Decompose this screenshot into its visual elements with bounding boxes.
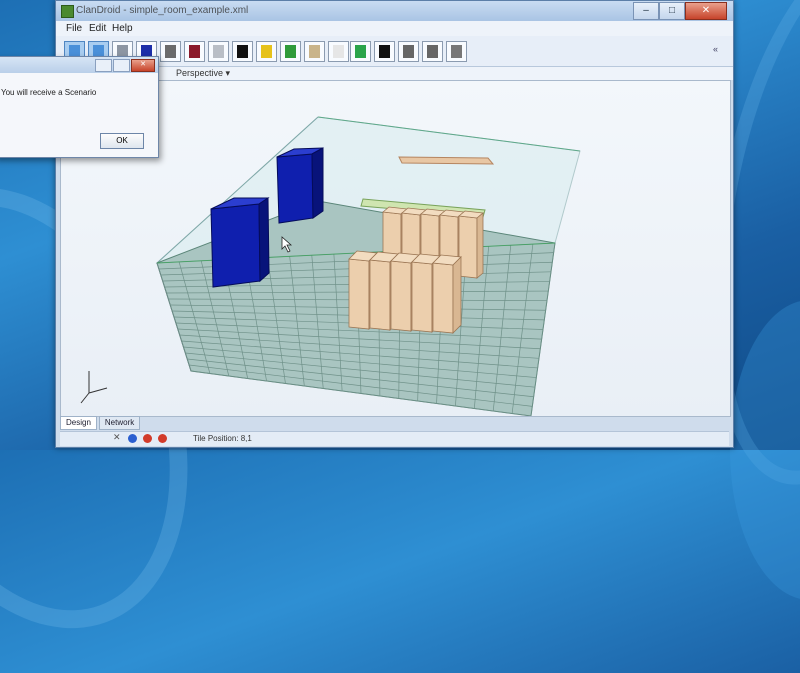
green-tile-icon [355,45,366,58]
info-icon[interactable] [128,434,137,443]
server-rack-tool-button[interactable] [160,41,181,62]
dialog-title-bar[interactable]: ✕ [0,57,158,73]
menu-bar: File Edit Help [56,21,733,36]
rack-box[interactable] [458,210,484,279]
menu-file[interactable]: File [66,23,82,34]
blue-cabinet[interactable] [276,147,324,224]
blue-cabinet[interactable] [210,197,270,288]
dialog-minimize-button[interactable] [95,59,112,72]
transform-icon [403,45,414,58]
projection-dropdown[interactable]: Perspective ▾ [176,68,230,79]
collapse-toolbar-button[interactable]: « [713,44,725,54]
view-tabs: Design Network [60,416,142,430]
green-tile-tool-button[interactable] [350,41,371,62]
yellow-star-icon [261,45,272,58]
warning-icon[interactable] [158,434,167,443]
door-icon [309,45,320,58]
red-rack-tool-button[interactable] [184,41,205,62]
green-ramp-icon [285,45,296,58]
transform-tool-button[interactable] [398,41,419,62]
compass-tool-button[interactable] [374,41,395,62]
maximize-button[interactable]: □ [659,2,685,20]
white-grid-icon [333,45,344,58]
app-icon [61,5,74,18]
server-rack-icon [165,45,176,58]
ok-button[interactable]: OK [100,133,144,149]
arrows-tool-button[interactable] [422,41,443,62]
room-scene [80,116,581,416]
dialog-close-button[interactable]: ✕ [131,59,155,72]
overhead-tray [398,156,495,165]
yellow-star-tool-button[interactable] [256,41,277,62]
cylinder-icon [451,45,462,58]
gray-panel-tool-button[interactable] [208,41,229,62]
white-grid-tool-button[interactable] [328,41,349,62]
rack-box[interactable] [432,254,462,334]
message-dialog: ✕ You will receive a Scenario OK [0,56,159,158]
window-controls: – □ ✕ [633,2,727,20]
dialog-window-controls: ✕ [94,59,155,72]
tab-network[interactable]: Network [98,416,141,430]
arrows-icon [427,45,438,58]
menu-edit[interactable]: Edit [89,23,106,34]
clear-icon[interactable]: ✕ [113,432,122,442]
tile-position-readout: Tile Position: 8,1 [193,434,252,443]
axis-gizmo-icon [80,371,108,404]
compass-icon [379,45,390,58]
red-rack-icon [189,45,200,58]
title-bar[interactable]: ClanDroid - simple_room_example.xml – □ … [56,1,733,21]
door-tool-button[interactable] [304,41,325,62]
tab-design[interactable]: Design [60,416,97,430]
minimize-button[interactable]: – [633,2,659,20]
black-box-tool-button[interactable] [232,41,253,62]
menu-help[interactable]: Help [112,23,133,34]
error-icon[interactable] [143,434,152,443]
dialog-message: You will receive a Scenario [1,88,97,97]
3d-viewport[interactable] [60,80,731,417]
close-button[interactable]: ✕ [685,2,727,20]
black-box-icon [237,45,248,58]
green-ramp-tool-button[interactable] [280,41,301,62]
status-bar: ✕ Tile Position: 8,1 [60,431,729,446]
dialog-maximize-button[interactable] [113,59,130,72]
window-title: ClanDroid - simple_room_example.xml [76,5,249,16]
rack-row-front[interactable] [348,250,462,334]
gray-panel-icon [213,45,224,58]
cylinder-tool-button[interactable] [446,41,467,62]
